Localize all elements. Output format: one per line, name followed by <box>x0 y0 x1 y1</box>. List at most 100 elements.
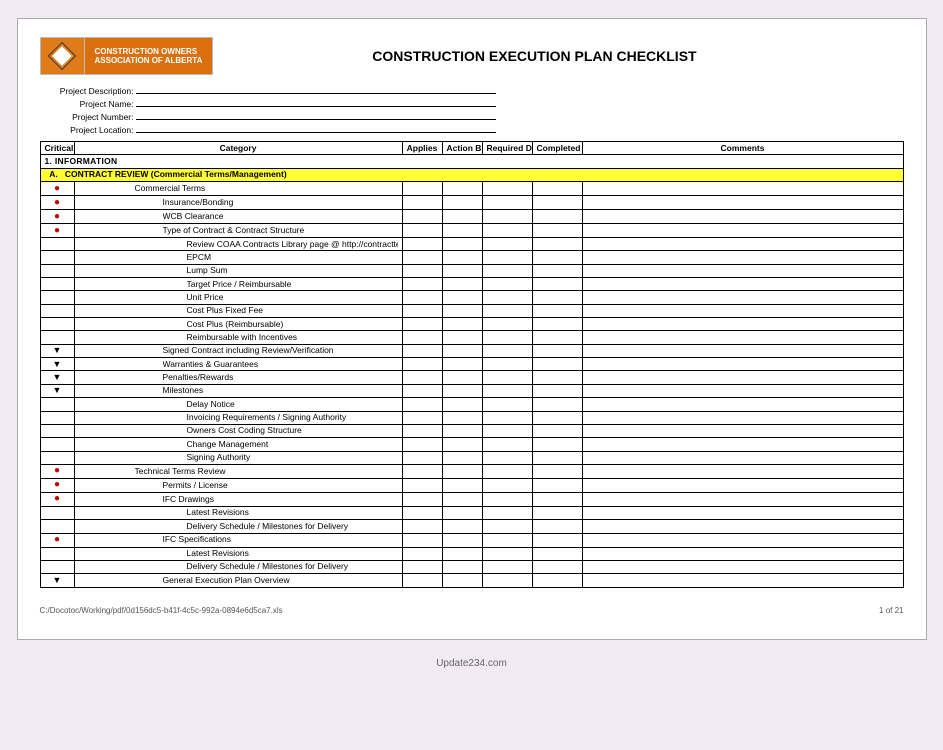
empty-cell[interactable] <box>582 424 903 437</box>
empty-cell[interactable] <box>582 492 903 506</box>
empty-cell[interactable] <box>532 398 582 411</box>
empty-cell[interactable] <box>482 224 532 238</box>
empty-cell[interactable] <box>532 238 582 251</box>
empty-cell[interactable] <box>532 411 582 424</box>
empty-cell[interactable] <box>442 224 482 238</box>
empty-cell[interactable] <box>582 384 903 397</box>
empty-cell[interactable] <box>402 331 442 344</box>
empty-cell[interactable] <box>402 478 442 492</box>
empty-cell[interactable] <box>482 278 532 291</box>
empty-cell[interactable] <box>482 264 532 277</box>
empty-cell[interactable] <box>442 251 482 264</box>
empty-cell[interactable] <box>442 304 482 317</box>
empty-cell[interactable] <box>582 574 903 587</box>
empty-cell[interactable] <box>532 318 582 331</box>
empty-cell[interactable] <box>532 210 582 224</box>
empty-cell[interactable] <box>532 438 582 451</box>
empty-cell[interactable] <box>442 278 482 291</box>
empty-cell[interactable] <box>582 478 903 492</box>
empty-cell[interactable] <box>532 251 582 264</box>
empty-cell[interactable] <box>402 210 442 224</box>
empty-cell[interactable] <box>402 520 442 533</box>
empty-cell[interactable] <box>442 464 482 478</box>
meta-input-location[interactable] <box>136 122 496 133</box>
empty-cell[interactable] <box>402 464 442 478</box>
empty-cell[interactable] <box>442 264 482 277</box>
empty-cell[interactable] <box>582 182 903 196</box>
empty-cell[interactable] <box>482 251 532 264</box>
empty-cell[interactable] <box>442 451 482 464</box>
empty-cell[interactable] <box>442 238 482 251</box>
empty-cell[interactable] <box>482 464 532 478</box>
empty-cell[interactable] <box>442 318 482 331</box>
empty-cell[interactable] <box>442 520 482 533</box>
empty-cell[interactable] <box>402 304 442 317</box>
empty-cell[interactable] <box>402 278 442 291</box>
empty-cell[interactable] <box>402 398 442 411</box>
empty-cell[interactable] <box>582 318 903 331</box>
empty-cell[interactable] <box>402 291 442 304</box>
empty-cell[interactable] <box>532 358 582 371</box>
empty-cell[interactable] <box>532 424 582 437</box>
empty-cell[interactable] <box>532 182 582 196</box>
empty-cell[interactable] <box>402 506 442 519</box>
empty-cell[interactable] <box>442 210 482 224</box>
empty-cell[interactable] <box>482 304 532 317</box>
empty-cell[interactable] <box>482 398 532 411</box>
empty-cell[interactable] <box>482 291 532 304</box>
empty-cell[interactable] <box>582 464 903 478</box>
empty-cell[interactable] <box>582 196 903 210</box>
empty-cell[interactable] <box>532 506 582 519</box>
empty-cell[interactable] <box>402 533 442 547</box>
empty-cell[interactable] <box>402 238 442 251</box>
empty-cell[interactable] <box>402 438 442 451</box>
empty-cell[interactable] <box>482 384 532 397</box>
empty-cell[interactable] <box>582 331 903 344</box>
empty-cell[interactable] <box>582 520 903 533</box>
empty-cell[interactable] <box>442 398 482 411</box>
empty-cell[interactable] <box>402 574 442 587</box>
empty-cell[interactable] <box>442 291 482 304</box>
empty-cell[interactable] <box>402 196 442 210</box>
empty-cell[interactable] <box>402 560 442 573</box>
empty-cell[interactable] <box>532 224 582 238</box>
empty-cell[interactable] <box>402 384 442 397</box>
empty-cell[interactable] <box>532 560 582 573</box>
empty-cell[interactable] <box>442 182 482 196</box>
empty-cell[interactable] <box>442 371 482 384</box>
empty-cell[interactable] <box>532 331 582 344</box>
empty-cell[interactable] <box>532 547 582 560</box>
empty-cell[interactable] <box>582 278 903 291</box>
empty-cell[interactable] <box>582 398 903 411</box>
empty-cell[interactable] <box>532 278 582 291</box>
empty-cell[interactable] <box>402 358 442 371</box>
empty-cell[interactable] <box>442 438 482 451</box>
meta-input-number[interactable] <box>136 109 496 120</box>
empty-cell[interactable] <box>582 291 903 304</box>
empty-cell[interactable] <box>442 196 482 210</box>
empty-cell[interactable] <box>402 251 442 264</box>
empty-cell[interactable] <box>482 182 532 196</box>
empty-cell[interactable] <box>532 291 582 304</box>
empty-cell[interactable] <box>582 451 903 464</box>
empty-cell[interactable] <box>482 358 532 371</box>
empty-cell[interactable] <box>482 344 532 357</box>
empty-cell[interactable] <box>402 424 442 437</box>
empty-cell[interactable] <box>482 318 532 331</box>
empty-cell[interactable] <box>532 344 582 357</box>
empty-cell[interactable] <box>402 182 442 196</box>
empty-cell[interactable] <box>402 344 442 357</box>
empty-cell[interactable] <box>532 384 582 397</box>
empty-cell[interactable] <box>482 574 532 587</box>
empty-cell[interactable] <box>442 533 482 547</box>
empty-cell[interactable] <box>582 547 903 560</box>
meta-input-description[interactable] <box>136 83 496 94</box>
empty-cell[interactable] <box>582 304 903 317</box>
empty-cell[interactable] <box>402 411 442 424</box>
empty-cell[interactable] <box>482 533 532 547</box>
empty-cell[interactable] <box>582 371 903 384</box>
empty-cell[interactable] <box>442 411 482 424</box>
empty-cell[interactable] <box>402 318 442 331</box>
empty-cell[interactable] <box>402 451 442 464</box>
empty-cell[interactable] <box>442 492 482 506</box>
